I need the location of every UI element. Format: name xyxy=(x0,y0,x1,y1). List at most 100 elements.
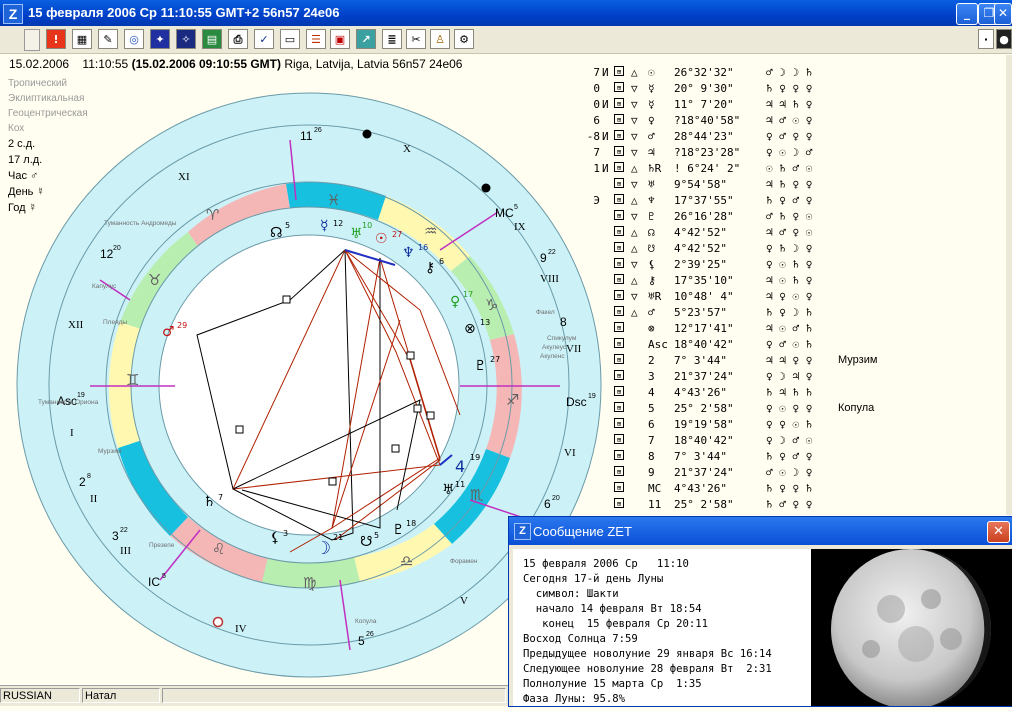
ruler-symbols: ♃ ♂ ☉ ♀ xyxy=(766,114,813,127)
message-logo-icon: Z xyxy=(514,523,531,540)
virgo-sign: ♍ xyxy=(303,574,316,592)
planet-position: 4°42'52" xyxy=(674,242,727,255)
uranus2-degree: 11 xyxy=(455,480,465,489)
uranus2-glyph[interactable]: ♅ xyxy=(442,482,455,498)
select-icon[interactable]: ✓ xyxy=(254,29,274,49)
aspect-symbol: △ xyxy=(631,194,638,207)
ruler-symbols: ♄ ♀ ☽ ♄ xyxy=(766,306,813,319)
lilith-glyph[interactable]: ⚸ xyxy=(270,530,280,546)
mars-glyph[interactable]: ♂ xyxy=(162,324,175,340)
aspect-symbol: ▽ xyxy=(631,130,638,143)
planet-position: 2°39'25" xyxy=(674,258,727,271)
toolbar-small-button-1[interactable]: · xyxy=(978,29,994,49)
planet-symbol: 5 xyxy=(648,402,655,415)
cusp-12-deg: 20 xyxy=(113,245,121,252)
vertical-scroll-strip[interactable] xyxy=(1006,55,1012,515)
planet-symbol: ♅R xyxy=(648,290,662,303)
house-label-7: VII xyxy=(566,343,582,355)
south-node-glyph[interactable]: ☋ xyxy=(360,534,372,550)
row-number: Э xyxy=(593,194,600,207)
uranus-glyph[interactable]: ♅ xyxy=(350,226,363,242)
ruler-symbols: ♀ ♂ ☉ ♄ xyxy=(766,338,813,351)
venus-glyph[interactable]: ♀ xyxy=(450,294,460,310)
row-number: 1 xyxy=(593,162,600,175)
print-preview-icon[interactable]: ⎙ xyxy=(228,29,248,49)
cusp-6: 6 xyxy=(544,497,551,511)
planet-symbol: ♆ xyxy=(648,194,655,207)
row-number: 7 xyxy=(593,66,600,79)
grid-icon: ⊞ xyxy=(614,498,624,508)
mercury-glyph[interactable]: ☿ xyxy=(320,218,329,234)
ruler-symbols: ♄ ♀ ♀ ♄ xyxy=(766,482,813,495)
row-number: 7 xyxy=(593,146,600,159)
saturn-glyph[interactable]: ♄ xyxy=(203,494,216,510)
planet-symbol: ♄R xyxy=(648,162,662,175)
house-label-1: I xyxy=(70,427,74,439)
chiron-glyph[interactable]: ⚷ xyxy=(425,260,435,276)
message-line: Фаза Луны: 95.8% xyxy=(523,693,626,705)
aspect-symbol: ▽ xyxy=(631,146,638,159)
calendar-icon[interactable]: ▣ xyxy=(330,29,350,49)
notes-icon[interactable]: ≣ xyxy=(382,29,402,49)
message-close-button[interactable]: ✕ xyxy=(987,521,1010,543)
aspect-symbol: △ xyxy=(631,66,638,79)
window-icon[interactable]: ▭ xyxy=(280,29,300,49)
ruler-symbols: ♀ ☉ ♀ ♀ xyxy=(766,402,813,415)
jupiter-glyph[interactable]: 4 xyxy=(455,457,465,476)
message-line: Сегодня 17-й день Луны xyxy=(523,573,664,585)
brush-icon[interactable]: ✎ xyxy=(98,29,118,49)
planet-position: 21°37'24" xyxy=(674,466,734,479)
moon-glyph[interactable]: ☽ xyxy=(315,538,331,559)
alert-icon[interactable]: ! xyxy=(46,29,66,49)
planet-position: 7° 3'44" xyxy=(674,450,727,463)
settings-icon[interactable]: ⚙ xyxy=(454,29,474,49)
house-label-4: IV xyxy=(235,623,247,635)
north-node-glyph[interactable]: ☊ xyxy=(270,225,282,241)
grid-icon: ⊞ xyxy=(614,370,624,380)
ruler-symbols: ♃ ♂ ♀ ☉ xyxy=(766,226,813,239)
planet-position: 12°17'41" xyxy=(674,322,734,335)
planet-position: 25° 2'58" xyxy=(674,498,734,511)
aspect-symbol: △ xyxy=(631,306,638,319)
table-icon[interactable]: ▦ xyxy=(72,29,92,49)
grid-icon: ⊞ xyxy=(614,194,624,204)
grid-icon: ⊞ xyxy=(614,306,624,316)
toolbar-small-button-2[interactable]: ● xyxy=(996,29,1012,49)
user-icon[interactable]: ♙ xyxy=(430,29,450,49)
chart-icon[interactable]: ↗ xyxy=(356,29,376,49)
planet-symbol: ⚷ xyxy=(648,274,657,287)
aspect-symbol: ▽ xyxy=(631,210,638,223)
close-window-button[interactable]: ✕ xyxy=(994,3,1012,25)
star-facies: Факел xyxy=(536,309,555,316)
grid-icon: ⊞ xyxy=(614,242,624,252)
minimize-button[interactable]: _ xyxy=(956,3,978,25)
ruler-symbols: ♃ ☉ ♂ ♄ xyxy=(766,322,813,335)
map-icon[interactable]: ▤ xyxy=(202,29,222,49)
taurus-sign: ♉ xyxy=(148,271,161,289)
grid-icon: ⊞ xyxy=(614,290,624,300)
neptune-glyph[interactable]: ♆ xyxy=(402,245,415,261)
galaxy-icon[interactable]: ✧ xyxy=(176,29,196,49)
list-icon[interactable]: ☰ xyxy=(306,29,326,49)
cusp-3: 3 xyxy=(112,529,119,543)
wheel-icon[interactable]: ◎ xyxy=(124,29,144,49)
pluto2-glyph[interactable]: ♇ xyxy=(392,522,405,538)
sun-glyph[interactable]: ☉ xyxy=(375,231,388,247)
tools-icon[interactable]: ✂ xyxy=(406,29,426,49)
planet-position: 21°37'24" xyxy=(674,370,734,383)
ruler-symbols: ♃ ☉ ♄ ♀ xyxy=(766,274,813,287)
planet-position: 4°42'52" xyxy=(674,226,727,239)
status-empty-pane xyxy=(162,688,506,703)
star-murzim: Мурзим xyxy=(98,448,122,455)
pluto-glyph[interactable]: ♇ xyxy=(474,358,487,374)
star-map-icon[interactable]: ✦ xyxy=(150,29,170,49)
house-label-8: VIII xyxy=(540,273,559,285)
grid-icon: ⊞ xyxy=(614,66,624,76)
message-text-area[interactable]: 15 февраля 2006 Ср 11:10 Сегодня 17-й де… xyxy=(513,549,811,706)
cusp-mc-deg: 5 xyxy=(514,204,518,211)
cusp-11: 11 xyxy=(300,129,313,143)
planet-position: 19°19'58" xyxy=(674,418,734,431)
grid-icon: ⊞ xyxy=(614,482,624,492)
part-of-fortune-glyph[interactable]: ⊗ xyxy=(464,321,476,337)
planet-position: 11° 7'20" xyxy=(674,98,734,111)
